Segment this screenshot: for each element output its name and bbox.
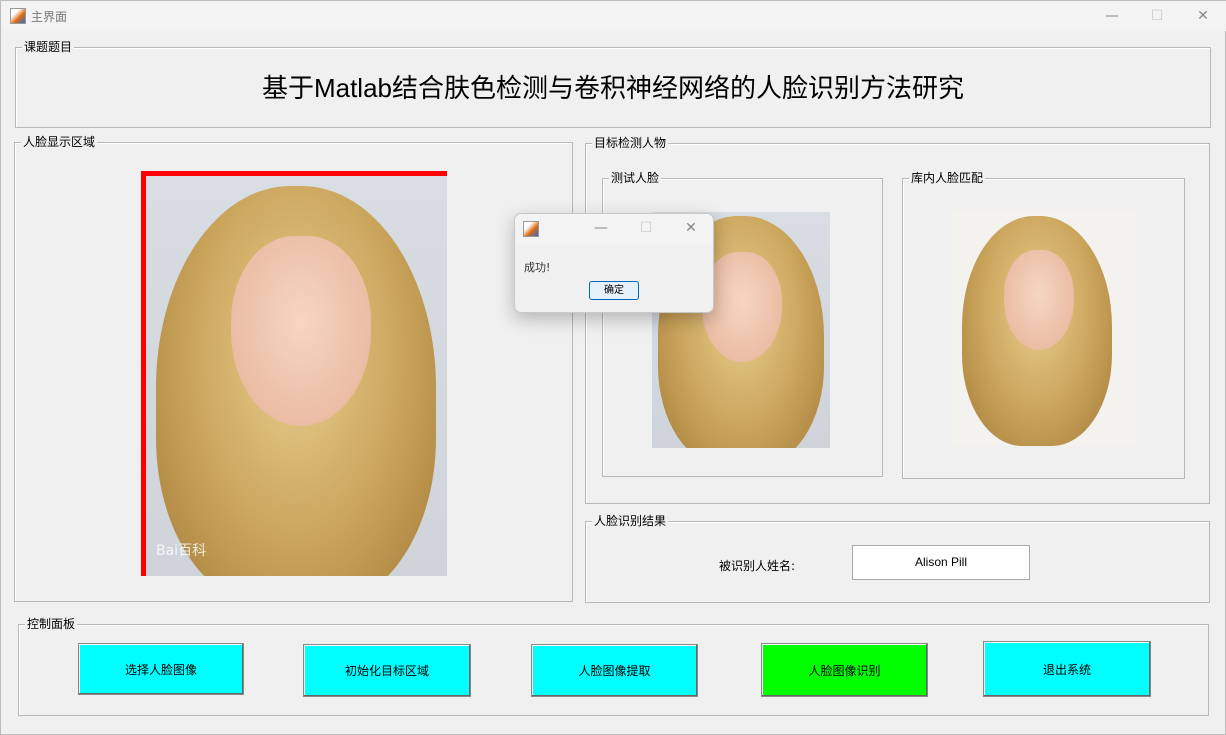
maximize-button[interactable]: ☐ xyxy=(1142,6,1172,26)
window-title: 主界面 xyxy=(31,10,68,24)
dialog-message: 成功! xyxy=(524,261,551,274)
close-button[interactable]: ✕ xyxy=(1188,6,1218,26)
page-title: 基于Matlab结合肤色检测与卷积神经网络的人脸识别方法研究 xyxy=(261,73,965,103)
watermark: Bai百科 xyxy=(156,543,207,559)
control-panel-label: 控制面板 xyxy=(25,616,78,632)
face-display-label: 人脸显示区域 xyxy=(21,134,98,150)
title-panel: 课题题目 基于Matlab结合肤色检测与卷积神经网络的人脸识别方法研究 xyxy=(15,39,1211,128)
init-region-button[interactable]: 初始化目标区域 xyxy=(303,644,471,697)
ok-button[interactable]: 确定 xyxy=(589,281,639,300)
dialog-close-button[interactable]: ✕ xyxy=(676,218,706,238)
library-face-image xyxy=(952,210,1137,446)
title-panel-label: 课题题目 xyxy=(22,39,75,55)
name-label: 被识别人姓名: xyxy=(719,559,796,573)
result-panel-label: 人脸识别结果 xyxy=(592,513,669,529)
extract-face-button[interactable]: 人脸图像提取 xyxy=(531,644,698,697)
name-field[interactable]: Alison Pill xyxy=(852,545,1030,580)
library-face-label: 库内人脸匹配 xyxy=(909,170,986,186)
minimize-button[interactable]: — xyxy=(1097,6,1127,26)
recognize-face-button[interactable]: 人脸图像识别 xyxy=(761,643,928,697)
test-face-label: 测试人脸 xyxy=(609,170,662,186)
success-dialog: — ☐ ✕ 成功! 确定 xyxy=(514,213,714,313)
dialog-matlab-icon xyxy=(523,221,539,237)
target-panel-label: 目标检测人物 xyxy=(592,135,669,151)
dialog-maximize-button[interactable]: ☐ xyxy=(631,218,661,238)
exit-button[interactable]: 退出系统 xyxy=(983,641,1151,697)
matlab-icon xyxy=(10,8,26,24)
select-image-button[interactable]: 选择人脸图像 xyxy=(78,643,244,695)
title-bar xyxy=(1,1,1226,31)
dialog-minimize-button[interactable]: — xyxy=(586,218,616,238)
face-display-image: Bai百科 xyxy=(141,171,447,576)
